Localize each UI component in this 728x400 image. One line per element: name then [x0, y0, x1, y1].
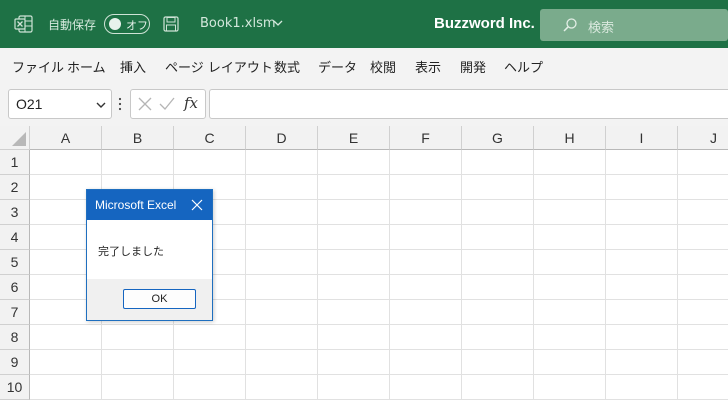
search-placeholder: 検索: [588, 21, 615, 36]
file-name[interactable]: Book1.xlsm: [200, 16, 276, 31]
dialog-message: 完了しました: [98, 245, 164, 258]
autosave-label: 自動保存: [48, 18, 97, 32]
chevron-down-icon[interactable]: [272, 16, 284, 30]
insert-function-icon[interactable]: fx: [184, 94, 198, 112]
column-header[interactable]: A: [30, 126, 102, 150]
formula-input[interactable]: [209, 89, 728, 119]
dialog-footer: OK: [87, 279, 212, 320]
column-header[interactable]: C: [174, 126, 246, 150]
menu-home[interactable]: ホーム: [67, 57, 106, 76]
cell-reference: O21: [16, 96, 43, 112]
toggle-knob: [109, 18, 121, 30]
menu-review[interactable]: 校閲: [370, 57, 396, 76]
menu-developer[interactable]: 開発: [460, 57, 486, 76]
search-icon: [563, 18, 577, 32]
column-header[interactable]: J: [678, 126, 728, 150]
select-all-button[interactable]: [0, 126, 30, 150]
column-header[interactable]: G: [462, 126, 534, 150]
save-icon[interactable]: [162, 15, 180, 33]
column-header[interactable]: F: [390, 126, 462, 150]
column-header[interactable]: E: [318, 126, 390, 150]
title-bar: 自動保存 オフ Book1.xlsm Buzzword Inc. 検索: [0, 0, 728, 48]
row-header[interactable]: 3: [0, 200, 30, 225]
select-all-triangle-icon: [12, 132, 26, 146]
search-box[interactable]: 検索: [540, 9, 728, 41]
dialog-title-bar[interactable]: Microsoft Excel: [87, 190, 212, 220]
row-header[interactable]: 1: [0, 150, 30, 175]
row-header[interactable]: 4: [0, 225, 30, 250]
column-header[interactable]: I: [606, 126, 678, 150]
column-header[interactable]: D: [246, 126, 318, 150]
message-box-dialog: Microsoft Excel 完了しました OK: [86, 189, 213, 321]
autosave-state: オフ: [126, 19, 148, 32]
company-name: Buzzword Inc.: [434, 15, 535, 32]
excel-icon: [14, 15, 33, 33]
ok-button[interactable]: OK: [123, 289, 196, 309]
column-header[interactable]: B: [102, 126, 174, 150]
row-header[interactable]: 10: [0, 375, 30, 400]
dialog-title: Microsoft Excel: [95, 198, 177, 212]
cancel-icon[interactable]: [138, 97, 152, 111]
row-header[interactable]: 7: [0, 300, 30, 325]
row-header[interactable]: 6: [0, 275, 30, 300]
autosave-toggle[interactable]: オフ: [104, 14, 150, 34]
menu-file[interactable]: ファイル: [12, 57, 64, 76]
name-box[interactable]: O21: [8, 89, 112, 119]
row-header[interactable]: 9: [0, 350, 30, 375]
check-icon[interactable]: [159, 97, 175, 111]
close-icon[interactable]: [190, 198, 204, 212]
menu-view[interactable]: 表示: [415, 57, 441, 76]
row-header[interactable]: 8: [0, 325, 30, 350]
formula-actions: fx: [130, 89, 206, 119]
formula-bar: O21 fx: [0, 82, 728, 126]
menu-data[interactable]: データ: [318, 57, 357, 76]
menu-page-layout[interactable]: ページ レイアウト: [165, 57, 273, 76]
menu-help[interactable]: ヘルプ: [504, 57, 543, 76]
chevron-down-icon[interactable]: [95, 100, 107, 110]
row-header[interactable]: 2: [0, 175, 30, 200]
menu-insert[interactable]: 挿入: [120, 57, 146, 76]
more-options-icon[interactable]: [118, 96, 122, 112]
column-header[interactable]: H: [534, 126, 606, 150]
row-header[interactable]: 5: [0, 250, 30, 275]
menu-formulas[interactable]: 数式: [274, 57, 300, 76]
menu-bar: ファイル ホーム 挿入 ページ レイアウト 数式 データ 校閲 表示 開発 ヘル…: [0, 48, 728, 82]
